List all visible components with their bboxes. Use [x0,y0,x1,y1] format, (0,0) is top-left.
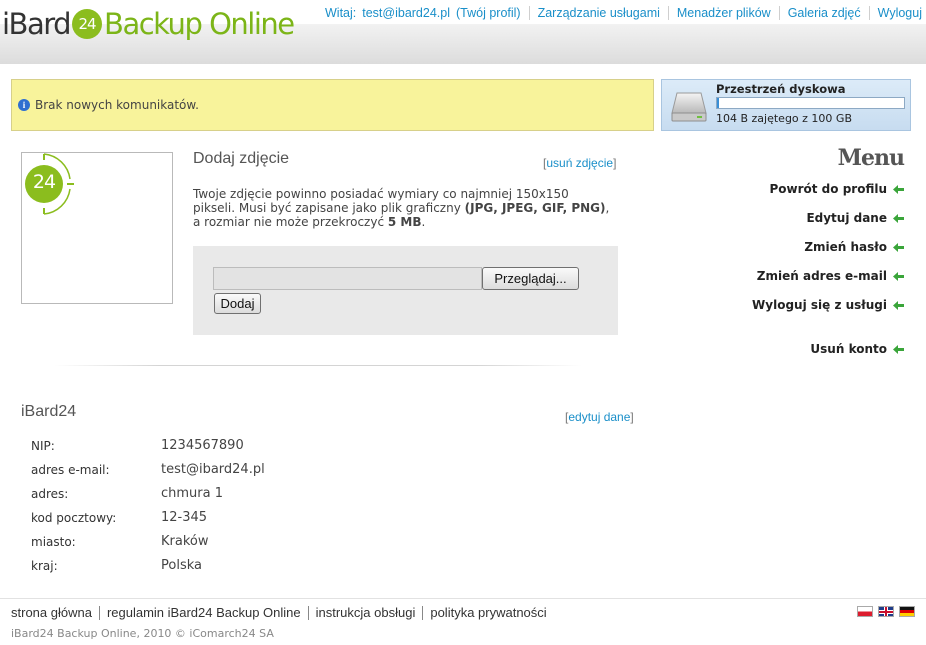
edit-data-link[interactable]: edytuj dane [568,410,630,424]
footer-link-terms[interactable]: regulamin iBard24 Backup Online [107,605,301,620]
arrow-left-icon [893,300,904,310]
info-icon: i [18,99,30,111]
logo[interactable]: iBard 24 Backup Online [2,4,295,44]
nav-divider [868,6,870,20]
remove-photo-link-wrap: [usuń zdjęcie] [543,156,617,170]
nav-file-manager[interactable]: Menadżer plików [677,6,771,20]
photo-desc-size: 5 MB [387,215,422,229]
account-value: Polska [161,558,202,573]
arrow-left-icon [893,213,904,223]
arrow-left-icon [893,271,904,281]
disk-usage-text: 104 B zajętego z 100 GB [716,112,852,125]
account-label: kraj: [31,559,58,573]
menu-item-label: Usuń konto [810,342,887,356]
logo-suffix: Backup Online [104,7,295,41]
photo-desc-text: . [421,215,426,229]
footer-separator [307,605,309,620]
account-value: 1234567890 [161,438,244,453]
account-value: 12-345 [161,510,208,525]
top-nav: Witaj: test@ibard24.pl (Twój profil) Zar… [325,6,922,20]
footer-separator [422,605,424,620]
account-label: miasto: [31,535,76,549]
nav-logout[interactable]: Wyloguj [878,6,922,20]
polish-flag-icon[interactable] [857,606,873,617]
menu-title: Menu [837,145,905,171]
remove-photo-link[interactable]: usuń zdjęcie [546,156,613,170]
logo-prefix: iBard [2,7,72,41]
avatar: 24 [21,152,173,304]
nav-manage-services[interactable]: Zarządzanie usługami [538,6,660,20]
menu-item-label: Edytuj dane [806,211,887,225]
menu-item-change-password[interactable]: Zmień hasło [804,240,904,254]
german-flag-icon[interactable] [899,606,915,617]
disk-usage-bar [716,97,905,109]
account-value: test@ibard24.pl [161,462,265,477]
account-value: chmura 1 [161,486,224,501]
footer-divider [0,598,926,599]
account-label: kod pocztowy: [31,511,117,525]
footer-link-privacy[interactable]: polityka prywatności [430,605,546,620]
copyright: iBard24 Backup Online, 2010 © iComarch24… [11,627,274,640]
greeting: Witaj: [325,6,357,20]
disk-usage-fill [717,98,719,108]
footer-link-home[interactable]: strona główna [11,605,92,620]
menu-item-label: Zmień adres e-mail [756,269,887,283]
photo-description: Twoje zdjęcie powinno posiadać wymiary c… [193,187,613,229]
menu-item-delete-account[interactable]: Usuń konto [810,342,904,356]
add-photo-button[interactable]: Dodaj [214,293,261,314]
add-photo-title: Dodaj zdjęcie [193,150,290,167]
header: iBard 24 Backup Online Witaj: test@ibard… [0,0,926,64]
account-label: NIP: [31,439,55,453]
section-divider [54,365,582,366]
nav-divider [778,6,780,20]
arrow-left-icon [893,344,904,354]
user-email-link[interactable]: test@ibard24.pl [362,6,450,20]
browse-button[interactable]: Przeglądaj... [482,267,579,290]
account-label: adres: [31,487,69,501]
menu-item-label: Wyloguj się z usługi [752,298,887,312]
avatar-badge-text: 24 [32,171,56,193]
menu-item-back-to-profile[interactable]: Powrót do profilu [769,182,904,196]
menu-item-label: Powrót do profilu [769,182,887,196]
nav-photo-gallery[interactable]: Galeria zdjęć [788,6,861,20]
footer-link-manual[interactable]: instrukcja obsługi [316,605,416,620]
profile-link[interactable]: (Twój profil) [456,6,521,20]
footer-links: strona główna regulamin iBard24 Backup O… [11,605,547,620]
nav-divider [667,6,669,20]
menu-item-logout-service[interactable]: Wyloguj się z usługi [752,298,904,312]
logo-badge: 24 [72,9,103,39]
disk-space-box: Przestrzeń dyskowa 104 B zajętego z 100 … [661,79,911,131]
arrow-left-icon [893,242,904,252]
upload-panel: Przeglądaj... Dodaj [193,246,618,335]
disk-space-title: Przestrzeń dyskowa [716,82,846,96]
english-flag-icon[interactable] [878,606,894,617]
messages-text: Brak nowych komunikatów. [35,98,199,112]
language-flags [857,606,915,617]
edit-data-link-wrap: [edytuj dane] [565,410,634,424]
hard-drive-icon [671,92,707,122]
menu-item-change-email[interactable]: Zmień adres e-mail [757,269,904,283]
messages-box: i Brak nowych komunikatów. [11,79,654,131]
photo-desc-formats: (JPG, JPEG, GIF, PNG) [464,201,606,215]
menu-item-edit-data[interactable]: Edytuj dane [806,211,904,225]
account-label: adres e-mail: [31,463,110,477]
nav-divider [528,6,530,20]
footer-separator [98,605,100,620]
arrow-left-icon [893,184,904,194]
account-title: iBard24 [21,403,77,420]
account-value: Kraków [161,534,209,549]
menu-item-label: Zmień hasło [804,240,887,254]
file-path-input[interactable] [213,267,482,290]
